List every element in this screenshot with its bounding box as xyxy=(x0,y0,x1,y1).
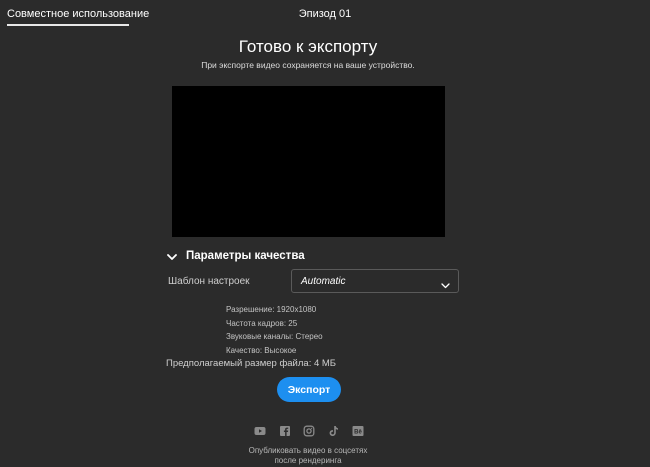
quality-info: Качество: Высокое xyxy=(226,346,297,355)
publish-note-line2: после рендеринга xyxy=(274,456,342,465)
svg-text:Bē: Bē xyxy=(354,429,362,435)
behance-icon[interactable]: Bē xyxy=(352,425,364,437)
resolution-info: Разрешение: 1920x1080 xyxy=(226,305,317,314)
tiktok-icon[interactable] xyxy=(328,425,340,437)
quality-section-title: Параметры качества xyxy=(186,250,305,262)
export-button[interactable]: Экспорт xyxy=(277,377,341,402)
file-size-estimate: Предполагаемый размер файла: 4 МБ xyxy=(166,358,337,369)
top-bar: Совместное использование Эпизод 01 xyxy=(0,0,650,28)
facebook-icon[interactable] xyxy=(279,425,291,437)
tab-active-indicator xyxy=(7,24,129,26)
publish-note: Опубликовать видео в соцсетях после ренд… xyxy=(0,446,616,466)
instagram-icon[interactable] xyxy=(303,425,315,437)
episode-title: Эпизод 01 xyxy=(298,8,352,20)
youtube-icon[interactable] xyxy=(254,425,266,437)
preset-select[interactable]: Automatic xyxy=(291,269,459,293)
video-preview xyxy=(172,86,445,237)
preset-value: Automatic xyxy=(301,276,346,287)
chevron-down-icon xyxy=(166,250,178,262)
page-subtitle: При экспорте видео сохраняется на ваше у… xyxy=(201,60,415,70)
audio-channels-info: Звуковые каналы: Стерео xyxy=(226,332,323,341)
preset-label: Шаблон настроек xyxy=(168,276,250,287)
publish-note-line1: Опубликовать видео в соцсетях xyxy=(248,446,368,455)
chevron-down-icon xyxy=(441,277,450,289)
frame-rate-info: Частота кадров: 25 xyxy=(226,319,298,328)
page-title: Готово к экспорту xyxy=(238,37,378,56)
